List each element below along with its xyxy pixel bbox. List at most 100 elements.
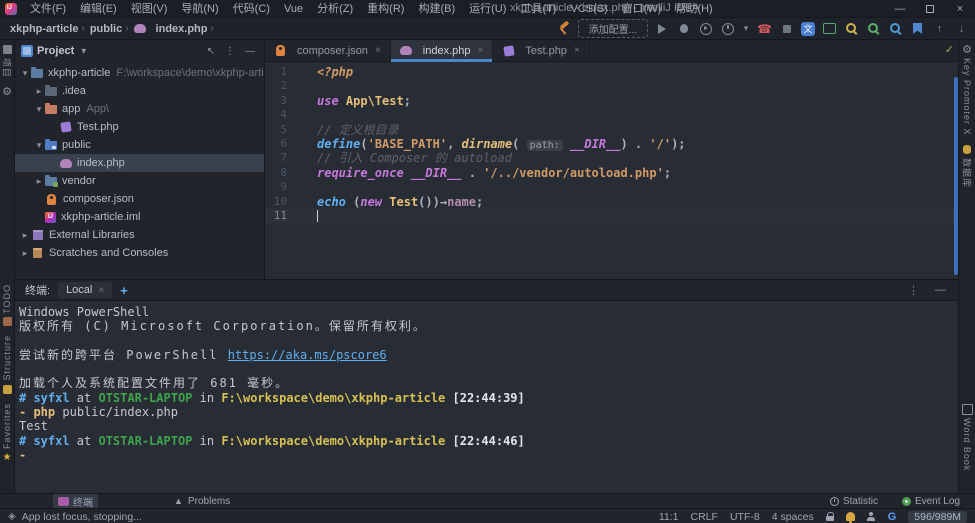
menu-item-4[interactable]: 代码(C) — [226, 0, 277, 18]
caret-position[interactable]: 11:1 — [659, 511, 679, 523]
close-icon[interactable]: × — [98, 285, 104, 296]
terminal-options-icon[interactable]: ⋮ — [904, 284, 923, 297]
terminal-output[interactable]: Windows PowerShell版权所有 (C) Microsoft Cor… — [15, 301, 958, 493]
lock-icon[interactable] — [826, 512, 834, 521]
menu-item-8[interactable]: 构建(B) — [411, 0, 462, 18]
run-config-button[interactable]: 添加配置... — [578, 19, 648, 38]
memory-indicator[interactable]: 596/989M — [908, 511, 967, 523]
tab-composer.json[interactable]: composer.json× — [265, 40, 391, 61]
run-icon[interactable] — [654, 21, 669, 36]
find-icon[interactable] — [888, 21, 903, 36]
close-icon[interactable]: × — [375, 45, 381, 56]
tree-row-index.php[interactable]: index.php — [15, 154, 264, 172]
inspection-ok-icon[interactable]: ✓ — [945, 43, 954, 56]
chevron-icon: ▸ — [33, 86, 45, 97]
tree-row-composer.json[interactable]: composer.json — [15, 190, 264, 208]
event-log-button[interactable]: Event Log — [897, 496, 965, 507]
user-icon[interactable] — [867, 512, 876, 521]
stripe-settings-button[interactable]: ⚙ — [1, 82, 14, 101]
file-encoding[interactable]: UTF-8 — [730, 511, 760, 523]
tree-row-vendor[interactable]: ▸vendor — [15, 172, 264, 190]
toolwindow-terminal-button[interactable]: 终端 — [53, 494, 98, 508]
stripe-favorites-button[interactable]: Favorites★ — [2, 399, 13, 467]
terminal-line: 版权所有 (C) Microsoft Corporation。保留所有权利。 — [19, 319, 952, 333]
arrow-up-icon[interactable]: ↑ — [932, 21, 947, 36]
line-separator[interactable]: CRLF — [691, 511, 718, 523]
line-content: // 引入 Composer 的 autoload — [291, 151, 512, 165]
stripe-wordbook-button-icon — [962, 404, 973, 415]
chevron-down-icon[interactable]: ▾ — [78, 46, 89, 57]
build-hammer-icon[interactable] — [557, 21, 572, 36]
menu-item-9[interactable]: 运行(U) — [462, 0, 513, 18]
search-refresh-icon[interactable] — [866, 21, 881, 36]
profiler-icon[interactable] — [720, 21, 735, 36]
indent-style[interactable]: 4 spaces — [772, 511, 814, 523]
tree-row-xkphp-article.iml[interactable]: IJxkphp-article.iml — [15, 208, 264, 226]
menu-item-0[interactable]: 文件(F) — [23, 0, 73, 18]
navigation-bar: xkphp-article›public›index.php› 添加配置... … — [0, 18, 975, 40]
tab-index.php[interactable]: index.php× — [391, 40, 494, 61]
tree-row-Scratches and Consoles[interactable]: ▸Scratches and Consoles — [15, 244, 264, 262]
hide-panel-icon[interactable]: — — [242, 46, 258, 57]
menu-item-7[interactable]: 重构(R) — [360, 0, 411, 18]
monitor-icon[interactable] — [822, 21, 837, 36]
breadcrumb-item-2[interactable]: index.php — [134, 22, 208, 35]
stripe-database-button[interactable]: 数据库 — [961, 140, 974, 192]
stripe-key-promoter-button[interactable]: ⚙Key Promoter X — [961, 40, 974, 140]
code-line-9: 9 — [265, 180, 958, 194]
stripe-wordbook-button[interactable]: Word Book — [962, 400, 973, 475]
profiler-dropdown-icon[interactable]: ▾ — [742, 21, 750, 36]
tab-Test.php[interactable]: Test.php× — [493, 40, 589, 61]
tree-row-.idea[interactable]: ▸.idea — [15, 82, 264, 100]
menu-item-1[interactable]: 编辑(E) — [73, 0, 124, 18]
search-everywhere-icon[interactable] — [844, 21, 859, 36]
close-button[interactable]: × — [945, 0, 975, 18]
tree-row-xkphp-article[interactable]: ▾xkphp-articleF:\workspace\demo\xkphp-ar… — [15, 64, 264, 82]
notification-icon[interactable] — [846, 512, 855, 521]
maximize-button[interactable] — [915, 0, 945, 18]
menu-item-3[interactable]: 导航(N) — [174, 0, 225, 18]
minimize-button[interactable]: — — [885, 0, 915, 18]
code-token: name — [447, 195, 476, 209]
stripe-project-button[interactable]: 项目 — [1, 40, 14, 82]
code-editor[interactable]: 1<?php23use App\Test;45// 定义根目录6define('… — [265, 62, 958, 279]
collapse-panel-icon[interactable]: ↖ — [204, 46, 218, 57]
toolwindow-problems-button[interactable]: ▲Problems — [168, 494, 235, 508]
terminal-link[interactable]: https://aka.ms/pscore6 — [228, 348, 387, 362]
code-line-8: 8require_once __DIR__ . '/../vendor/auto… — [265, 166, 958, 180]
run-coverage-icon[interactable] — [698, 21, 713, 36]
menu-item-6[interactable]: 分析(Z) — [310, 0, 360, 18]
arrow-down-icon[interactable]: ↓ — [954, 21, 969, 36]
stop-icon[interactable] — [779, 21, 794, 36]
terminal-tab-local[interactable]: Local × — [58, 282, 112, 298]
stripe-structure-button[interactable]: Structure — [2, 331, 13, 399]
tree-item-label: vendor — [62, 175, 96, 187]
google-translate-icon[interactable]: G — [888, 511, 897, 523]
translate-icon[interactable]: 文 — [801, 22, 815, 36]
tree-row-External Libraries[interactable]: ▸External Libraries — [15, 226, 264, 244]
panel-options-icon[interactable]: ⋮ — [222, 46, 238, 57]
project-view-selector[interactable]: Project — [37, 45, 74, 57]
window-title: xkphp-article - index.php - IntelliJ IDE… — [510, 2, 700, 14]
new-terminal-icon[interactable]: + — [120, 283, 128, 298]
menu-item-5[interactable]: Vue — [277, 0, 310, 18]
stripe-todo-button[interactable]: TODO — [2, 280, 13, 332]
breadcrumb-item-0[interactable]: xkphp-article — [10, 23, 78, 35]
debug-icon[interactable] — [676, 21, 691, 36]
terminal-hide-icon[interactable]: — — [931, 284, 950, 296]
tree-row-public[interactable]: ▾public — [15, 136, 264, 154]
editor-scrollbar[interactable] — [954, 77, 958, 275]
tree-item-label: public — [62, 139, 91, 151]
close-icon[interactable]: × — [478, 45, 484, 56]
menu-item-2[interactable]: 视图(V) — [124, 0, 175, 18]
tree-row-Test.php[interactable]: Test.php — [15, 118, 264, 136]
title-bar: 文件(F)编辑(E)视图(V)导航(N)代码(C)Vue分析(Z)重构(R)构建… — [0, 0, 975, 18]
close-icon[interactable]: × — [574, 45, 580, 56]
tree-row-app[interactable]: ▾appApp\ — [15, 100, 264, 118]
code-token: new — [360, 195, 389, 209]
statistic-button[interactable]: Statistic — [825, 496, 883, 507]
editor-area: composer.json×index.php×Test.php× ✓ 1<?p… — [265, 40, 958, 279]
phone-icon[interactable]: ☎ — [757, 21, 772, 36]
breadcrumb-item-1[interactable]: public — [90, 23, 122, 35]
bookmark-icon[interactable] — [910, 21, 925, 36]
